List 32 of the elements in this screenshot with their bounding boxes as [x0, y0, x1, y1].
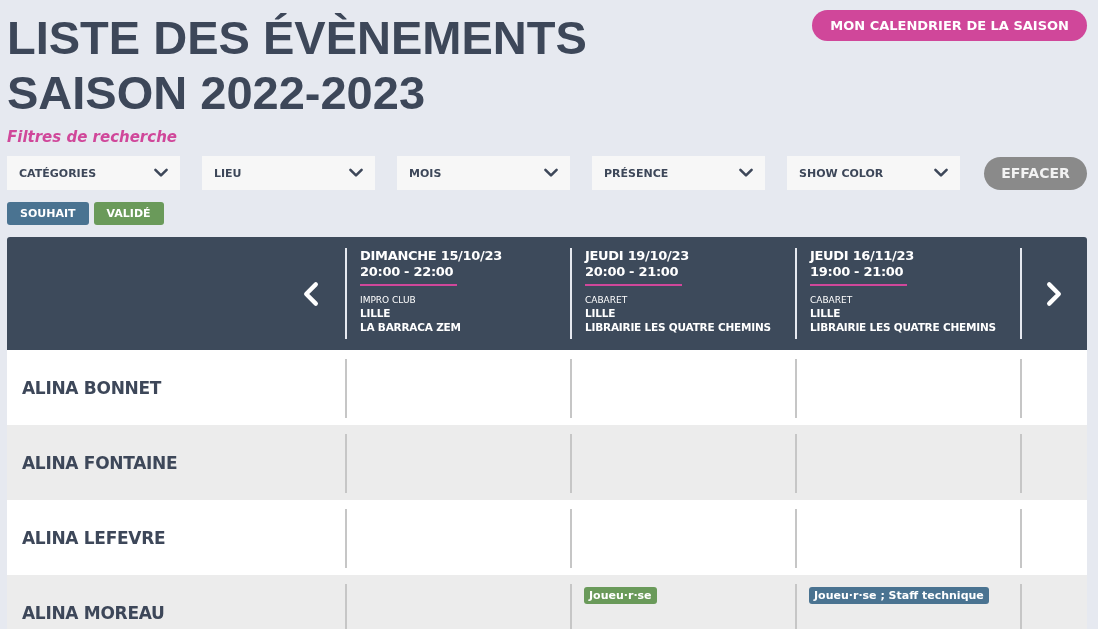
- event-venue: LIBRAIRIE LES QUATRE CHEMINS: [585, 320, 772, 334]
- event-city: LILLE: [585, 306, 617, 320]
- person-name: ALINA MOREAU: [21, 602, 166, 623]
- person-name: ALINA LEFEVRE: [21, 527, 167, 548]
- person-name: ALINA FONTAINE: [21, 452, 179, 473]
- filter-dropdown[interactable]: SHOW COLOR: [787, 156, 960, 190]
- filter-dropdown[interactable]: PRÉSENCE: [592, 156, 765, 190]
- event-date: DIMANCHE 15/10/23: [360, 248, 503, 264]
- event-time: 19:00 - 21:00: [810, 264, 907, 286]
- role-tag: Joueu·r·se: [584, 587, 657, 604]
- event-city: LILLE: [360, 306, 392, 320]
- event-date: JEUDI 19/10/23: [585, 248, 690, 264]
- filter-dropdown[interactable]: LIEU: [202, 156, 375, 190]
- filter-dropdown[interactable]: CATÉGORIES: [7, 156, 180, 190]
- legend-tag: VALIDÉ: [93, 202, 164, 225]
- event-category: CABARET: [810, 294, 854, 306]
- legend-tag: SOUHAIT: [7, 202, 89, 225]
- page-title: SAISON 2022-2023: [7, 65, 427, 120]
- event-time: 20:00 - 22:00: [360, 264, 457, 286]
- role-tag: Joueu·r·se ; Staff technique: [809, 587, 989, 604]
- event-city: LILLE: [810, 306, 842, 320]
- event-venue: LA BARRACA ZEM: [360, 320, 462, 334]
- event-time: 20:00 - 21:00: [585, 264, 682, 286]
- person-name: ALINA BONNET: [21, 377, 163, 398]
- event-date: JEUDI 16/11/23: [810, 248, 915, 264]
- filters-heading: Filtres de recherche: [7, 128, 178, 146]
- filter-dropdown[interactable]: MOIS: [397, 156, 570, 190]
- event-venue: LIBRAIRIE LES QUATRE CHEMINS: [810, 320, 997, 334]
- event-category: IMPRO CLUB: [360, 294, 417, 306]
- event-category: CABARET: [585, 294, 629, 306]
- page-title: LISTE DES ÉVÈNEMENTS: [7, 10, 587, 65]
- calendar-button[interactable]: MON CALENDRIER DE LA SAISON: [812, 10, 1087, 41]
